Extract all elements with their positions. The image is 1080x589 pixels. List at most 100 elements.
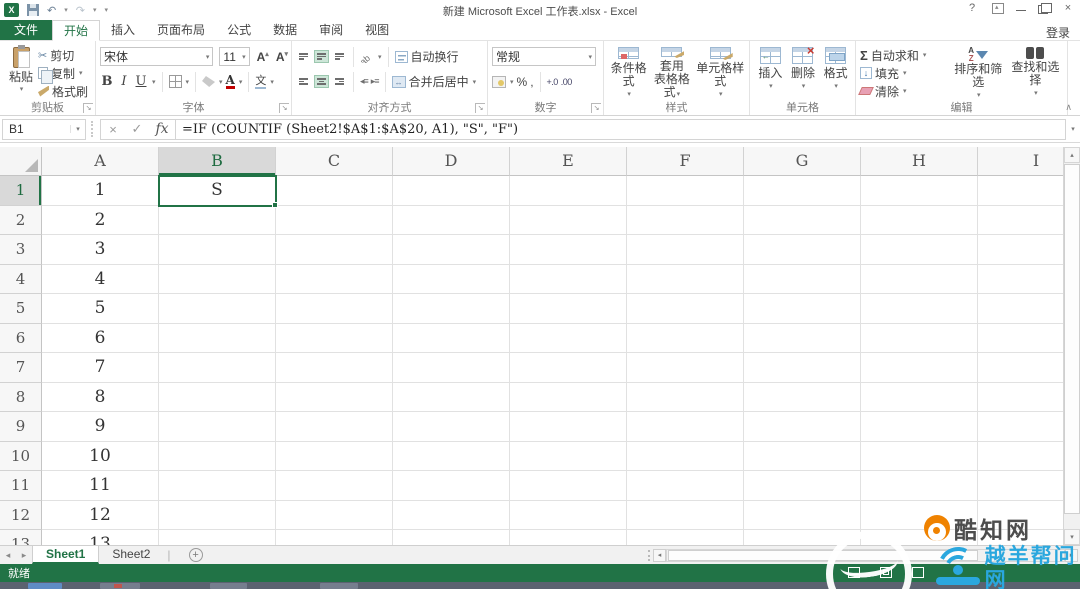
cell-C3[interactable] [276,235,393,265]
cell-H9[interactable] [861,412,978,442]
cancel-entry-button[interactable]: × [101,122,125,137]
cell-A9[interactable]: 9 [42,412,159,442]
cell-C8[interactable] [276,383,393,413]
cell-D2[interactable] [393,206,510,236]
cell-H1[interactable] [861,176,978,206]
restore-button[interactable] [1038,5,1048,14]
cell-F10[interactable] [627,442,744,472]
column-header-C[interactable]: C [276,147,393,176]
insert-function-button[interactable]: fx [149,121,175,137]
orientation-dropdown-icon[interactable]: ▾ [378,53,382,61]
decrease-decimal-button[interactable]: .00 [561,77,572,87]
name-box[interactable]: B1 ▾ [2,119,86,140]
cell-H2[interactable] [861,206,978,236]
copy-button[interactable]: 复制 ▾ [38,64,88,82]
cell-A4[interactable]: 4 [42,265,159,295]
cell-styles-button[interactable]: 单元格样式 ▾ [694,44,746,101]
number-dialog-launcher[interactable]: ↘ [591,103,601,113]
cell-A8[interactable]: 8 [42,383,159,413]
phonetic-guide-icon[interactable]: 文 [255,75,266,89]
sheet-nav-left-icon[interactable]: ◂ [0,550,16,561]
tab-file[interactable]: 文件 [0,20,52,40]
autosum-button[interactable]: Σ 自动求和 ▾ [860,46,950,64]
row-header-13[interactable]: 13 [0,530,42,545]
cell-C4[interactable] [276,265,393,295]
cell-H3[interactable] [861,235,978,265]
format-cells-button[interactable]: 格式 ▾ [824,44,848,101]
new-sheet-button[interactable]: + [189,548,203,562]
cell-H5[interactable] [861,294,978,324]
align-center-icon[interactable] [314,75,329,88]
cell-G9[interactable] [744,412,861,442]
merge-center-button[interactable]: 合并后居中 [409,73,469,90]
tab-home[interactable]: 开始 [52,20,100,41]
cell-C5[interactable] [276,294,393,324]
cell-B6[interactable] [159,324,276,354]
grow-font-button[interactable]: A▴ [257,50,269,64]
delete-cells-button[interactable]: 删除 ▾ [791,44,815,101]
cell-E8[interactable] [510,383,627,413]
taskbar-button[interactable] [28,583,62,589]
align-right-icon[interactable] [332,75,347,88]
cell-A1[interactable]: 1 [42,176,159,206]
row-header-1[interactable]: 1 [0,176,42,206]
cell-D7[interactable] [393,353,510,383]
vertical-scroll-thumb[interactable] [1064,164,1080,514]
ribbon-display-options-icon[interactable] [992,3,1004,14]
confirm-entry-button[interactable]: ✓ [125,121,149,137]
cell-H10[interactable] [861,442,978,472]
tab-insert[interactable]: 插入 [100,20,146,40]
find-select-button[interactable]: 查找和选择 ▾ [1007,44,1064,101]
scroll-up-icon[interactable]: ▴ [1064,147,1080,163]
cell-G1[interactable] [744,176,861,206]
close-button[interactable]: × [1060,2,1076,14]
tab-formulas[interactable]: 公式 [216,20,262,40]
cell-D11[interactable] [393,471,510,501]
cell-F3[interactable] [627,235,744,265]
underline-button[interactable]: U [134,74,148,89]
fill-dropdown-icon[interactable]: ▾ [903,69,907,77]
column-header-E[interactable]: E [510,147,627,176]
cell-G4[interactable] [744,265,861,295]
cell-B10[interactable] [159,442,276,472]
column-header-G[interactable]: G [744,147,861,176]
cell-B7[interactable] [159,353,276,383]
cell-A12[interactable]: 12 [42,501,159,531]
cell-A3[interactable]: 3 [42,235,159,265]
cell-C11[interactable] [276,471,393,501]
phonetic-dropdown-icon[interactable]: ▾ [270,78,274,86]
cell-I11[interactable] [978,471,1063,501]
insert-cells-button[interactable]: 插入 ▾ [758,44,782,101]
cell-B11[interactable] [159,471,276,501]
tab-review[interactable]: 审阅 [308,20,354,40]
cell-G3[interactable] [744,235,861,265]
cell-B12[interactable] [159,501,276,531]
page-break-view-icon[interactable] [912,567,924,578]
sheet-nav-right-icon[interactable]: ▸ [16,550,32,561]
percent-style-button[interactable]: % [517,75,528,89]
scroll-left-icon[interactable]: ◂ [653,549,666,562]
cell-E4[interactable] [510,265,627,295]
alignment-dialog-launcher[interactable]: ↘ [475,103,485,113]
cut-button[interactable]: ✂ 剪切 [38,46,88,64]
merge-dropdown-icon[interactable]: ▾ [473,78,477,86]
format-as-table-button[interactable]: 套用 表格格式▾ [649,44,694,101]
cell-B3[interactable] [159,235,276,265]
cell-G12[interactable] [744,501,861,531]
hscroll-splitter[interactable] [648,550,650,561]
autosum-dropdown-icon[interactable]: ▾ [923,51,927,59]
vertical-scrollbar[interactable]: ▴ ▾ [1063,147,1080,545]
cell-G10[interactable] [744,442,861,472]
cell-E5[interactable] [510,294,627,324]
taskbar-button[interactable] [100,583,140,589]
cell-I3[interactable] [978,235,1063,265]
underline-dropdown-icon[interactable]: ▾ [152,78,156,86]
select-all-corner[interactable] [0,147,42,176]
row-header-9[interactable]: 9 [0,412,42,442]
font-color-dropdown-icon[interactable]: ▾ [239,78,243,86]
fill-button[interactable]: ↓ 填充 ▾ [860,64,950,82]
cell-G8[interactable] [744,383,861,413]
formula-input[interactable]: =IF (COUNTIF (Sheet2!$A$1:$A$20, A1), "S… [176,119,1066,140]
paste-dropdown-icon[interactable]: ▾ [20,85,24,93]
cell-E13[interactable] [510,530,627,545]
